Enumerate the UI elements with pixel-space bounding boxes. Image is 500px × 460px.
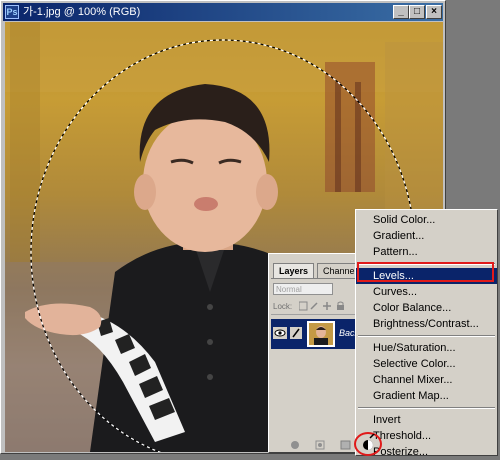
adjustment-layer-menu: Solid Color... Gradient... Pattern... Le… <box>355 209 498 458</box>
palette-bottom-bar <box>271 439 367 451</box>
maximize-button[interactable]: □ <box>409 5 425 19</box>
lock-label: Lock: <box>273 302 293 311</box>
menu-item-pattern[interactable]: Pattern... <box>356 244 497 260</box>
menu-item-selective-color[interactable]: Selective Color... <box>356 356 497 372</box>
menu-item-levels[interactable]: Levels... <box>356 268 497 284</box>
menu-item-gradient[interactable]: Gradient... <box>356 228 497 244</box>
menu-item-hue-saturation[interactable]: Hue/Saturation... <box>356 340 497 356</box>
menu-separator <box>358 263 495 265</box>
eye-icon[interactable] <box>273 327 287 339</box>
layer-thumbnail[interactable] <box>307 321 335 347</box>
menu-item-invert[interactable]: Invert <box>356 412 497 428</box>
menu-item-posterize[interactable]: Posterize... <box>356 444 497 460</box>
menu-item-threshold[interactable]: Threshold... <box>356 428 497 444</box>
menu-separator <box>358 335 495 337</box>
menu-item-solid-color[interactable]: Solid Color... <box>356 212 497 228</box>
layers-palette: Layers Channels Normal Lock: Backgr <box>268 253 368 453</box>
close-button[interactable]: × <box>426 5 442 19</box>
tab-layers[interactable]: Layers <box>273 263 315 278</box>
menu-separator <box>358 407 495 409</box>
window-title: 가-1.jpg @ 100% (RGB) <box>23 6 141 18</box>
menu-item-channel-mixer[interactable]: Channel Mixer... <box>356 372 497 388</box>
layer-row-background[interactable]: Backgr <box>271 319 367 349</box>
photoshop-doc-icon: Ps <box>5 5 19 19</box>
menu-item-brightness-contrast[interactable]: Brightness/Contrast... <box>356 316 497 332</box>
menu-item-gradient-map[interactable]: Gradient Map... <box>356 388 497 404</box>
brush-icon[interactable] <box>290 327 302 339</box>
lock-icons[interactable] <box>299 301 349 311</box>
blend-mode-select[interactable]: Normal <box>273 283 333 295</box>
title-bar[interactable]: Ps 가-1.jpg @ 100% (RGB) _ □ × <box>3 3 443 21</box>
row-divider <box>271 314 367 315</box>
minimize-button[interactable]: _ <box>393 5 409 19</box>
palette-buttons[interactable] <box>271 439 367 451</box>
menu-item-curves[interactable]: Curves... <box>356 284 497 300</box>
menu-item-color-balance[interactable]: Color Balance... <box>356 300 497 316</box>
tab-divider <box>271 278 367 279</box>
